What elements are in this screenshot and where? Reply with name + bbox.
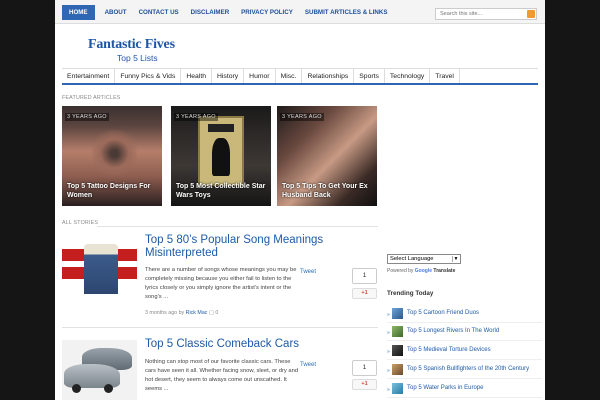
story-thumbnail[interactable] bbox=[62, 234, 137, 294]
category-misc[interactable]: Misc. bbox=[276, 69, 303, 83]
like-count-box[interactable]: 1 bbox=[352, 268, 377, 284]
trending-thumbnail bbox=[392, 383, 403, 394]
nav-submit-articles[interactable]: SUBMIT ARTICLES & LINKS bbox=[305, 6, 388, 20]
wheel-icon bbox=[72, 384, 81, 393]
trending-item[interactable]: » Top 5 Longest Rivers In The World bbox=[387, 324, 542, 341]
language-select[interactable]: Select Language ▼ bbox=[387, 254, 461, 264]
language-select-value: Select Language bbox=[390, 256, 434, 262]
story-title[interactable]: Top 5 80’s Popular Song Meanings Misinte… bbox=[145, 234, 335, 260]
nav-contact-us[interactable]: CONTACT US bbox=[139, 6, 179, 20]
tattoo-image bbox=[92, 126, 137, 181]
powered-by-text: Powered by bbox=[387, 268, 414, 274]
category-navigation: Entertainment Funny Pics & Vids Health H… bbox=[62, 68, 538, 85]
trending-title[interactable]: Top 5 Water Parks in Europe bbox=[407, 385, 483, 391]
featured-ex-husband-card[interactable]: 3 YEARS AGO Top 5 Tips To Get Your Ex Hu… bbox=[277, 106, 377, 206]
trending-item[interactable]: » Top 5 Medieval Torture Devices bbox=[387, 343, 542, 360]
featured-age: 3 YEARS AGO bbox=[65, 113, 109, 121]
search-input[interactable] bbox=[436, 9, 522, 19]
trending-title[interactable]: Top 5 Cartoon Friend Duos bbox=[407, 310, 479, 316]
top-navigation: HOME ABOUT CONTACT US DISCLAIMER PRIVACY… bbox=[55, 0, 545, 24]
trending-title[interactable]: Top 5 Medieval Torture Devices bbox=[407, 347, 491, 353]
featured-title[interactable]: Top 5 Tips To Get Your Ex Husband Back bbox=[282, 182, 373, 200]
nav-home[interactable]: HOME bbox=[62, 5, 95, 20]
trending-thumbnail bbox=[392, 345, 403, 356]
category-relationships[interactable]: Relationships bbox=[302, 69, 355, 83]
category-sports[interactable]: Sports bbox=[354, 69, 385, 83]
category-history[interactable]: History bbox=[212, 69, 245, 83]
story-thumbnail[interactable] bbox=[62, 340, 137, 400]
featured-age: 3 YEARS AGO bbox=[174, 113, 218, 121]
page: HOME ABOUT CONTACT US DISCLAIMER PRIVACY… bbox=[55, 0, 545, 400]
nav-disclaimer[interactable]: DISCLAIMER bbox=[191, 6, 230, 20]
section-divider bbox=[97, 226, 378, 227]
story-excerpt: There are a number of songs whose meanin… bbox=[145, 267, 297, 300]
story-divider bbox=[62, 327, 378, 328]
trending-item[interactable]: » Top 5 Cartoon Friend Duos bbox=[387, 306, 542, 323]
bullet-icon: » bbox=[387, 368, 390, 374]
wheel-icon bbox=[104, 384, 113, 393]
story-author-link[interactable]: Rick Mac bbox=[186, 310, 208, 316]
featured-title[interactable]: Top 5 Most Collectible Star Wars Toys bbox=[176, 182, 267, 200]
story-title[interactable]: Top 5 Classic Comeback Cars bbox=[145, 338, 335, 351]
comment-icon: ▢ bbox=[208, 310, 214, 316]
featured-title[interactable]: Top 5 Tattoo Designs For Women bbox=[67, 182, 158, 200]
trending-title[interactable]: Top 5 Spanish Bullfighters of the 20th C… bbox=[407, 366, 529, 372]
google-plus-button[interactable]: +1 bbox=[352, 288, 377, 299]
featured-star-wars-card[interactable]: 3 YEARS AGO Top 5 Most Collectible Star … bbox=[171, 106, 271, 206]
trending-thumbnail bbox=[392, 364, 403, 375]
comment-count[interactable]: 0 bbox=[215, 310, 218, 316]
search-box bbox=[435, 8, 537, 20]
toy-package-image bbox=[198, 116, 244, 186]
featured-tattoo-card[interactable]: 3 YEARS AGO Top 5 Tattoo Designs For Wom… bbox=[62, 106, 162, 206]
category-technology[interactable]: Technology bbox=[385, 69, 431, 83]
jeans-image bbox=[84, 244, 118, 294]
nav-about[interactable]: ABOUT bbox=[105, 6, 127, 20]
powered-by-google: Powered by Google Translate bbox=[387, 268, 455, 274]
category-entertainment[interactable]: Entertainment bbox=[62, 69, 116, 83]
category-funny-pics-vids[interactable]: Funny Pics & Vids bbox=[115, 69, 182, 83]
trending-item[interactable]: » Top 5 Water Parks in Europe bbox=[387, 381, 542, 398]
site-title[interactable]: Fantastic Fives bbox=[88, 37, 175, 53]
google-logo: Google bbox=[414, 268, 433, 274]
story-excerpt: Nothing can stop most of our favorite cl… bbox=[145, 359, 299, 392]
search-button[interactable] bbox=[527, 10, 535, 18]
nav-privacy-policy[interactable]: PRIVACY POLICY bbox=[241, 6, 293, 20]
category-humor[interactable]: Humor bbox=[244, 69, 276, 83]
featured-age: 3 YEARS AGO bbox=[280, 113, 324, 121]
like-count-box[interactable]: 1 bbox=[352, 360, 377, 376]
trending-thumbnail bbox=[392, 308, 403, 319]
trending-title[interactable]: Top 5 Longest Rivers In The World bbox=[407, 328, 499, 334]
translate-link[interactable]: Translate bbox=[433, 268, 455, 274]
category-health[interactable]: Health bbox=[181, 69, 213, 83]
bullet-icon: » bbox=[387, 330, 390, 336]
tweet-button[interactable]: Tweet bbox=[300, 269, 316, 275]
trending-thumbnail bbox=[392, 326, 403, 337]
tweet-button[interactable]: Tweet bbox=[300, 362, 316, 368]
story-meta: 3 months ago by Rick Mac ▢ 0 bbox=[145, 310, 218, 316]
bullet-icon: » bbox=[387, 349, 390, 355]
trending-heading: Trending Today bbox=[387, 290, 434, 297]
google-plus-button[interactable]: +1 bbox=[352, 379, 377, 390]
category-travel[interactable]: Travel bbox=[430, 69, 460, 83]
trending-item[interactable]: » Top 5 Spanish Bullfighters of the 20th… bbox=[387, 362, 542, 379]
chevron-down-icon: ▼ bbox=[452, 256, 459, 262]
bullet-icon: » bbox=[387, 312, 390, 318]
featured-articles-label: FEATURED ARTICLES bbox=[62, 95, 121, 101]
site-subtitle: Top 5 Lists bbox=[117, 53, 158, 63]
all-stories-label: ALL STORIES bbox=[62, 220, 99, 226]
story-time: 3 months ago by bbox=[145, 310, 185, 316]
bullet-icon: » bbox=[387, 387, 390, 393]
